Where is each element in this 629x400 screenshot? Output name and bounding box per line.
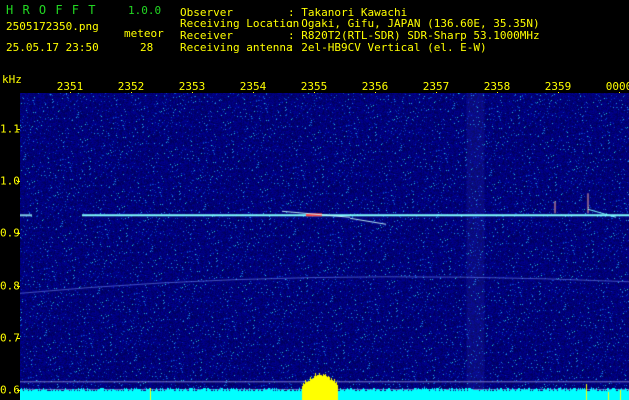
datetime: 25.05.17 23:50 [6,41,99,54]
spectrogram-canvas [20,93,629,400]
x-tick-label: 0000 [605,80,629,93]
y-axis-unit: kHz [2,73,22,86]
info-key-antenna: Receiving antenna [180,41,293,54]
meteor-count: 28 [140,41,154,54]
app-version: 1.0.0 [128,4,162,17]
info-value-antenna: : 2el-HB9CV Vertical (el. E-W) [288,41,487,54]
header-panel: H R O F F T 1.0.0 2505172350.png meteor … [0,0,629,74]
filename: 2505172350.png [6,20,99,33]
app-brand: H R O F F T [6,3,97,17]
meteor-label: meteor [124,27,164,40]
